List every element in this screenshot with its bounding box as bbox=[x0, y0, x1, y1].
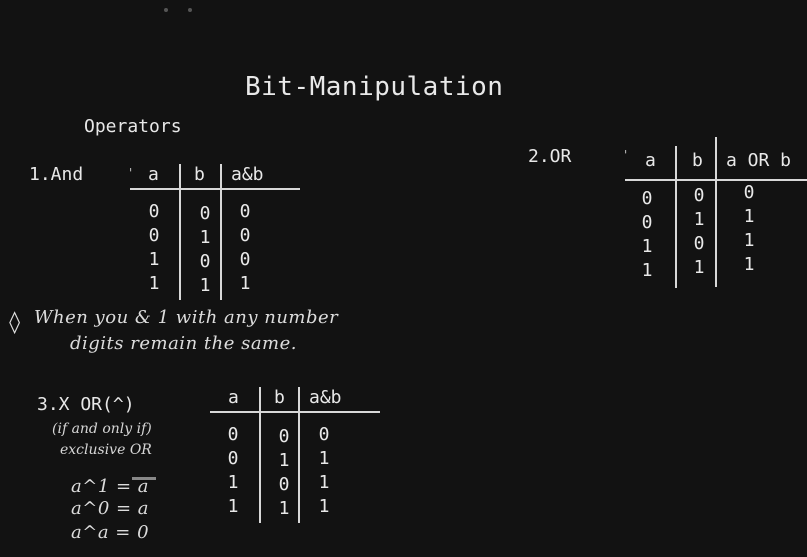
xor-cell: 1 bbox=[318, 472, 330, 493]
or-cell: 0 bbox=[641, 188, 653, 209]
page-title: Bit-Manipulation bbox=[245, 72, 504, 102]
and-cell: 0 bbox=[239, 249, 251, 270]
and-cell: 1 bbox=[148, 273, 160, 294]
xor-overline bbox=[132, 477, 156, 480]
xor-cell: 0 bbox=[278, 426, 290, 447]
xor-cell: 0 bbox=[227, 448, 239, 469]
xor-cell: 1 bbox=[318, 448, 330, 469]
and-header-b: b bbox=[194, 164, 205, 185]
xor-cell: 0 bbox=[227, 424, 239, 445]
and-col-divider bbox=[220, 164, 222, 300]
or-cell: 1 bbox=[641, 236, 653, 257]
or-cell: 0 bbox=[693, 233, 705, 254]
operators-heading: Operators bbox=[84, 116, 182, 137]
or-cell: 0 bbox=[743, 182, 755, 203]
xor-cell: 0 bbox=[278, 474, 290, 495]
and-cell: 0 bbox=[148, 225, 160, 246]
and-col-divider bbox=[179, 164, 181, 300]
or-cell: 0 bbox=[693, 185, 705, 206]
xor-desc-2: exclusive OR bbox=[60, 442, 152, 458]
xor-cell: 0 bbox=[318, 424, 330, 445]
xor-col-divider bbox=[259, 387, 261, 523]
or-col-divider bbox=[675, 146, 677, 288]
or-col-divider bbox=[715, 137, 717, 287]
stray-mark: ' bbox=[622, 148, 630, 162]
xor-cell: 1 bbox=[278, 450, 290, 471]
decorative-dot bbox=[188, 8, 192, 12]
or-cell: 1 bbox=[743, 206, 755, 227]
and-label: 1.And bbox=[29, 164, 84, 185]
xor-cell: 1 bbox=[278, 498, 290, 519]
or-label: 2.OR bbox=[528, 146, 572, 167]
note-line-2: digits remain the same. bbox=[70, 333, 297, 354]
or-cell: 1 bbox=[693, 209, 705, 230]
or-header-result: a OR b bbox=[726, 150, 792, 171]
stray-mark: ' bbox=[127, 166, 135, 180]
xor-cell: 1 bbox=[227, 472, 239, 493]
diamond-bullet-icon: ◊ bbox=[8, 310, 22, 335]
and-cell: 1 bbox=[199, 275, 211, 296]
xor-label: 3.X OR(^) bbox=[37, 394, 135, 415]
and-cell: 0 bbox=[199, 203, 211, 224]
or-header-a: a bbox=[645, 150, 656, 171]
and-header-a: a bbox=[148, 164, 159, 185]
and-header-result: a&b bbox=[231, 164, 264, 185]
xor-header-rule bbox=[210, 411, 380, 413]
and-cell: 0 bbox=[239, 201, 251, 222]
and-cell: 1 bbox=[239, 273, 251, 294]
and-cell: 0 bbox=[148, 201, 160, 222]
xor-desc-1: (if and only if) bbox=[52, 421, 152, 437]
xor-header-a: a bbox=[228, 387, 239, 408]
and-cell: 1 bbox=[148, 249, 160, 270]
or-cell: 1 bbox=[641, 260, 653, 281]
and-header-rule bbox=[130, 188, 300, 190]
or-cell: 1 bbox=[743, 230, 755, 251]
or-cell: 0 bbox=[641, 212, 653, 233]
xor-cell: 1 bbox=[227, 496, 239, 517]
xor-rule-3: a^a = 0 bbox=[71, 522, 150, 543]
xor-cell: 1 bbox=[318, 496, 330, 517]
note-line-1: When you & 1 with any number bbox=[34, 307, 339, 328]
and-cell: 0 bbox=[239, 225, 251, 246]
xor-header-b: b bbox=[274, 387, 285, 408]
and-cell: 1 bbox=[199, 227, 211, 248]
xor-rule-2: a^0 = a bbox=[71, 498, 150, 519]
or-cell: 1 bbox=[693, 257, 705, 278]
xor-col-divider bbox=[298, 387, 300, 523]
xor-header-result: a&b bbox=[309, 387, 342, 408]
or-header-b: b bbox=[692, 150, 703, 171]
or-cell: 1 bbox=[743, 254, 755, 275]
and-cell: 0 bbox=[199, 251, 211, 272]
decorative-dot bbox=[164, 8, 168, 12]
